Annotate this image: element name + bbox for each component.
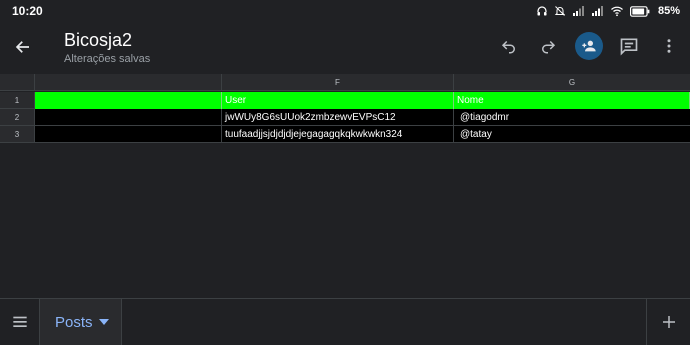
back-button[interactable] (10, 34, 36, 60)
status-bar: 10:20 85% (0, 0, 690, 22)
undo-button[interactable] (495, 32, 523, 60)
bell-off-icon (554, 6, 566, 16)
person-add-icon (582, 40, 596, 52)
plus-icon (662, 316, 675, 328)
status-time: 10:20 (12, 4, 43, 18)
add-sheet-button[interactable] (646, 299, 690, 345)
cell-e1[interactable] (35, 92, 222, 109)
cell-g3[interactable]: @tatay (454, 126, 690, 142)
cell-f3[interactable]: tuufaadjjsjdjdjdjejegagagqkqkwkwkn324 (222, 126, 454, 142)
status-icons: 85% (536, 3, 680, 19)
signal-icon (591, 6, 603, 16)
redo-icon (542, 40, 556, 54)
sheet-tab-label: Posts (55, 313, 93, 331)
row-header-2[interactable]: 2 (0, 109, 35, 126)
back-icon (15, 41, 29, 53)
wifi-icon (611, 6, 623, 17)
menu-icon (12, 316, 27, 327)
comment-icon (620, 38, 638, 56)
headphones-icon (537, 6, 547, 16)
cell-e3[interactable] (35, 126, 222, 142)
table-row: tuufaadjjsjdjdjdjejegagagqkqkwkwkn324 @t… (35, 126, 690, 143)
bottom-bar: Posts (0, 298, 690, 345)
column-header-row: F G (0, 74, 690, 91)
spreadsheet-grid[interactable]: F G 1 2 3 User Nome jwWUy8G6sUUok2zmbzew… (0, 74, 690, 298)
table-row: User Nome (35, 92, 690, 109)
cell-g1[interactable]: Nome (454, 92, 690, 109)
caret-down-icon (98, 319, 109, 325)
column-header-e[interactable] (35, 74, 222, 91)
column-header-g[interactable]: G (454, 74, 690, 91)
share-button[interactable] (575, 32, 603, 60)
cell-e2[interactable] (35, 109, 222, 125)
cell-g2[interactable]: @tiagodmr (454, 109, 690, 125)
row-header-3[interactable]: 3 (0, 126, 35, 143)
select-all-corner[interactable] (0, 74, 35, 91)
signal-icon (572, 6, 584, 16)
more-vert-icon (667, 39, 671, 53)
more-options-button[interactable] (655, 32, 683, 60)
table-row: jwWUy8G6sUUok2zmbzewvEVPsC12 @tiagodmr (35, 109, 690, 126)
sheet-tab-posts[interactable]: Posts (40, 299, 122, 345)
battery-icon (629, 5, 650, 17)
battery-percent: 85% (657, 5, 680, 17)
row-header-1[interactable]: 1 (0, 92, 35, 109)
cell-f1[interactable]: User (222, 92, 454, 109)
cell-f2[interactable]: jwWUy8G6sUUok2zmbzewvEVPsC12 (222, 109, 454, 125)
undo-icon (501, 40, 515, 54)
document-title[interactable]: Bicosja2 (64, 30, 132, 51)
comments-button[interactable] (615, 32, 643, 60)
redo-button[interactable] (534, 32, 562, 60)
save-status: Alterações salvas (64, 53, 151, 65)
column-header-f[interactable]: F (222, 74, 454, 91)
app-bar: Bicosja2 Alterações salvas (0, 22, 690, 74)
all-sheets-button[interactable] (0, 299, 40, 345)
